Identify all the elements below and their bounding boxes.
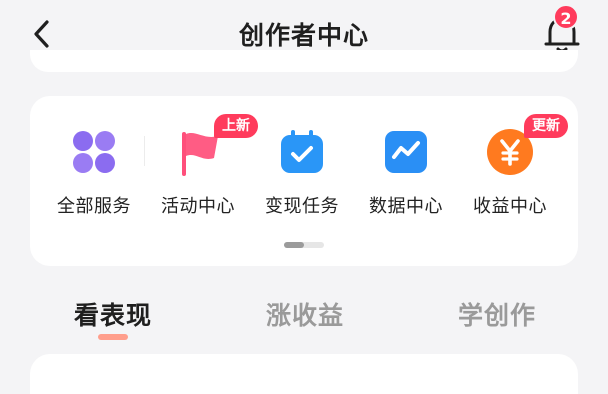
chart-icon xyxy=(385,131,427,173)
tab-learn-creation[interactable]: 学创作 xyxy=(458,296,536,332)
update-badge: 更新 xyxy=(524,114,568,138)
page-indicator xyxy=(284,242,324,248)
calendar-check-icon xyxy=(281,130,323,173)
active-tab-indicator xyxy=(98,334,128,340)
grid-icon xyxy=(73,131,115,173)
top-card xyxy=(30,50,578,72)
service-data-center[interactable]: 数据中心 xyxy=(356,114,456,224)
tab-performance[interactable]: 看表现 xyxy=(74,296,152,332)
service-all-services[interactable]: 全部服务 xyxy=(44,114,144,224)
page-indicator-thumb xyxy=(284,242,304,248)
services-card: 全部服务 活动中心 上新 变现任务 数据中心 收益中心 更新 xyxy=(30,96,578,266)
service-monetize-tasks[interactable]: 变现任务 xyxy=(252,114,352,224)
page-title: 创作者中心 xyxy=(238,21,369,50)
tab-earnings[interactable]: 涨收益 xyxy=(266,296,344,332)
divider xyxy=(144,136,145,166)
notification-badge: 2 xyxy=(553,4,579,30)
tab-bar: 看表现 涨收益 学创作 xyxy=(0,290,608,346)
service-label: 收益中心 xyxy=(473,196,547,217)
service-label: 数据中心 xyxy=(369,196,443,217)
service-label: 活动中心 xyxy=(161,196,235,217)
service-label: 全部服务 xyxy=(57,196,131,217)
service-label: 变现任务 xyxy=(265,196,339,217)
content-card xyxy=(30,354,578,394)
